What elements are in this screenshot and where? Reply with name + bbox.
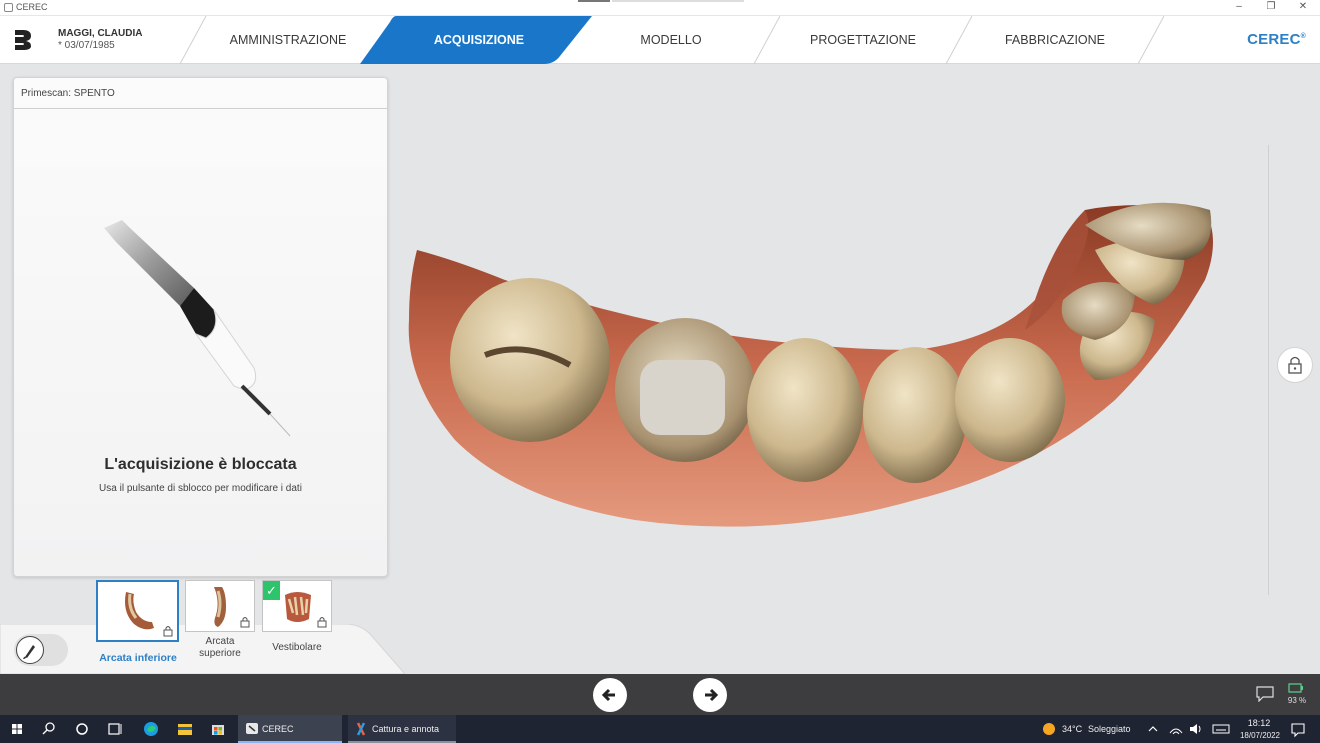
patient-name[interactable]: MAGGI, CLAUDIA [58,28,142,39]
edge-browser-icon[interactable] [141,715,161,743]
search-icon[interactable] [40,715,58,743]
arrow-right-icon [705,688,719,702]
lock-icon [317,617,327,628]
panel-header: Primescan: SPENTO [14,78,387,109]
weather-condition[interactable]: Soleggiato [1088,724,1131,734]
lock-icon [163,626,173,637]
volume-icon[interactable] [1188,715,1204,743]
network-icon[interactable] [1168,715,1184,743]
dentsply-logo[interactable] [13,28,33,52]
patient-dob: * 03/07/1985 [58,40,115,51]
step-fabbricazione[interactable]: FABBRICAZIONE [974,16,1136,64]
close-button[interactable]: ✕ [1288,0,1318,15]
brush-icon [23,645,35,659]
arrow-left-icon [601,688,615,702]
lock-icon [1288,356,1302,374]
locked-title: L'acquisizione è bloccata [104,456,297,473]
step-separator [753,16,781,64]
taskbar-app-snip-label: Cattura e annota [372,724,440,734]
restore-button[interactable]: ❐ [1256,0,1286,15]
catalog-label-arcata-superiore[interactable]: Arcata superiore [190,636,250,660]
view-toggle[interactable] [14,634,68,666]
cerec-brand[interactable]: CEREC® [1247,31,1306,48]
check-icon: ✓ [263,581,280,600]
cortana-icon[interactable] [73,715,91,743]
bottom-navigation-bar [0,674,1320,715]
chevron-up-icon[interactable] [1146,715,1160,743]
dental-scan-model[interactable] [395,180,1225,540]
acquisition-panel: Primescan: SPENTO L'acquisizione è blocc… [13,77,388,577]
scanner-illustration [104,220,291,437]
step-separator [1137,16,1165,64]
comment-icon[interactable] [1256,686,1274,702]
viewport-divider [1268,145,1269,595]
catalog-label-vestibolare[interactable]: Vestibolare [262,642,332,654]
app-icon [4,3,13,12]
step-separator [945,16,973,64]
battery-level: 93 % [1287,696,1307,705]
brand-name: CEREC [1247,31,1301,48]
battery-icon [1288,683,1303,693]
toggle-knob [16,636,44,664]
minimize-button[interactable]: – [1224,0,1254,15]
next-step-button[interactable] [693,678,727,712]
weather-sun-icon[interactable] [1041,715,1057,743]
taskbar-app-cerec-label: CEREC [262,724,294,734]
previous-step-button[interactable] [593,678,627,712]
task-view-icon[interactable] [106,715,124,743]
notifications-icon[interactable] [1290,715,1306,743]
window-title: CEREC [16,2,48,12]
step-modello[interactable]: MODELLO [590,16,752,64]
clock-date[interactable]: 18/07/2022 [1238,731,1282,740]
step-progettazione[interactable]: PROGETTAZIONE [782,16,944,64]
unlock-button[interactable] [1277,347,1313,383]
locked-subtitle: Usa il pulsante di sblocco per modificar… [99,483,302,494]
weather-temperature[interactable]: 34°C [1062,724,1082,734]
window-title-bar: CEREC – ❐ ✕ [0,0,1320,16]
scanner-status: Primescan: SPENTO [21,88,115,99]
file-explorer-icon[interactable] [175,715,195,743]
catalog-arcata-superiore[interactable] [185,580,255,632]
lock-icon [240,617,250,628]
catalog-vestibolare[interactable]: ✓ [262,580,332,632]
cerec-app-icon [246,723,258,734]
catalog-arcata-inferiore[interactable] [96,580,179,642]
windows-start-icon[interactable] [8,715,26,743]
step-amministrazione[interactable]: AMMINISTRAZIONE [208,16,368,64]
workflow-header: MAGGI, CLAUDIA * 03/07/1985 AMMINISTRAZI… [0,16,1320,64]
snip-sketch-icon [356,722,366,736]
title-indicator [578,0,610,2]
store-icon[interactable] [208,715,228,743]
title-indicator-track [612,0,744,2]
step-separator [179,16,207,64]
keyboard-icon[interactable] [1211,715,1231,743]
catalog-label-arcata-inferiore[interactable]: Arcata inferiore [90,652,186,664]
clock-time[interactable]: 18:12 [1246,718,1272,728]
step-acquisizione[interactable]: ACQUISIZIONE [398,16,560,64]
brand-mark: ® [1300,33,1306,40]
